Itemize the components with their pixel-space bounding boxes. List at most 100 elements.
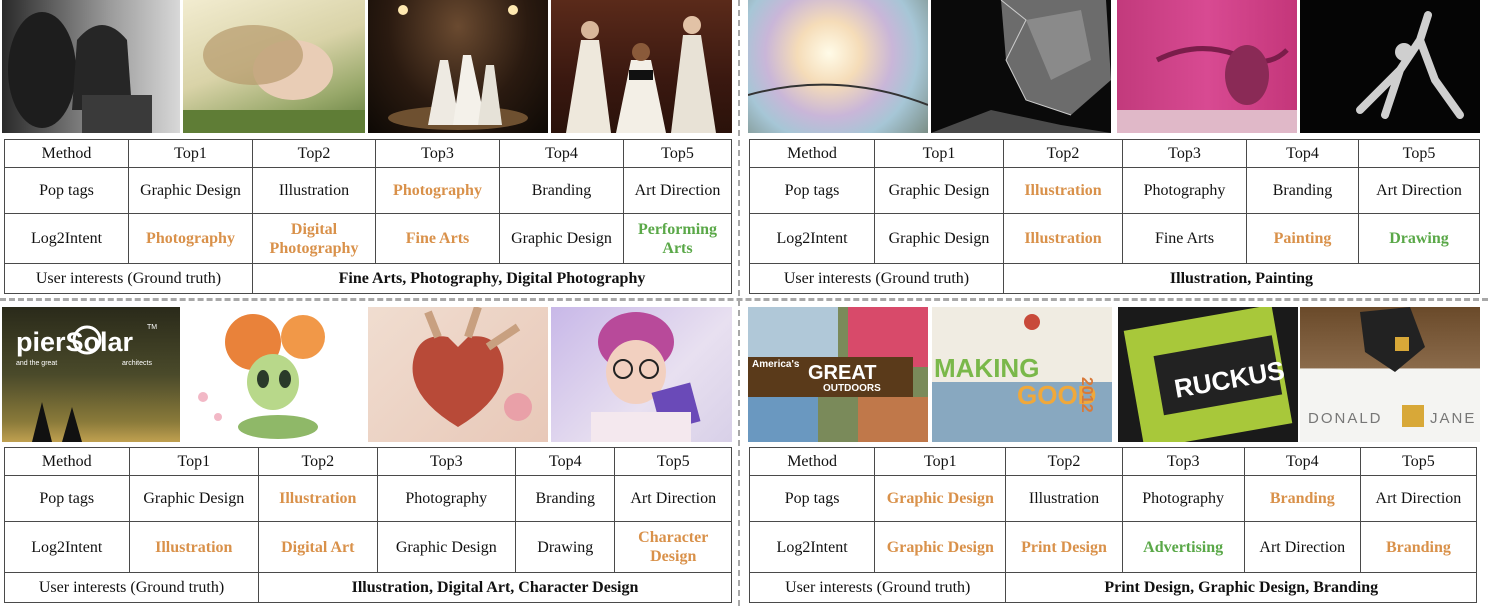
pier-solar-graphic: pierSolar TM and the great architects bbox=[16, 324, 157, 442]
results-table: Method Top1 Top2 Top3 Top4 Top5 Pop tags Graphi… bbox=[4, 139, 732, 294]
pink-painting-art bbox=[1117, 0, 1297, 133]
header-cell: Top2 bbox=[1003, 139, 1123, 168]
tag-cell: Branding bbox=[499, 167, 624, 214]
tag-cell: Graphic Design bbox=[128, 167, 253, 214]
svg-text:TM: TM bbox=[147, 324, 157, 331]
header-cell: Top2 bbox=[1005, 446, 1123, 477]
results-table: Method Top1 Top2 Top3 Top4 Top5 Pop tags Graphi… bbox=[749, 139, 1480, 294]
panel-photography: Method Top1 Top2 Top3 Top4 Top5 Pop tags Graphi… bbox=[2, 0, 732, 294]
pink-painting-graphic bbox=[1117, 45, 1297, 133]
tag-cell: Illustration bbox=[1005, 475, 1123, 523]
header-cell: Top2 bbox=[252, 139, 376, 168]
svg-text:GREAT: GREAT bbox=[808, 362, 877, 384]
header-cell: Method bbox=[748, 446, 876, 477]
tag-cell: Art Direction bbox=[1359, 475, 1478, 523]
tag-cell: Illustration bbox=[258, 475, 378, 523]
ground-truth-value: Fine Arts, Photography, Digital Photogra… bbox=[252, 263, 732, 294]
header-cell: Top5 bbox=[614, 446, 732, 477]
tag-cell: Graphic Design bbox=[499, 213, 624, 264]
tag-cell: Graphic Design bbox=[874, 521, 1007, 573]
svg-text:MAKING: MAKING bbox=[934, 353, 1039, 383]
method-name: Log2Intent bbox=[4, 213, 129, 264]
method-name: Pop tags bbox=[749, 167, 875, 214]
ruckus-business-card: RUCKUS bbox=[1118, 307, 1298, 442]
results-table: Method Top1 Top2 Top3 Top4 Top5 Pop tags Graphi… bbox=[748, 446, 1478, 604]
header-cell: Top4 bbox=[499, 139, 624, 168]
method-name: Log2Intent bbox=[749, 213, 875, 264]
ground-truth-value: Print Design, Graphic Design, Branding bbox=[1005, 571, 1477, 604]
dancers-on-stage-photo bbox=[368, 0, 548, 133]
method-name: Pop tags bbox=[4, 475, 130, 523]
girl-with-horse-photo bbox=[2, 0, 180, 133]
image-row: America's GREAT OUTDOORS MAKING GOOD 201… bbox=[748, 307, 1480, 442]
tag-cell: Illustration bbox=[1003, 167, 1123, 214]
svg-text:and the great: and the great bbox=[16, 360, 57, 367]
flower-character-graphic bbox=[198, 314, 325, 439]
tag-cell: Character Design bbox=[614, 521, 732, 573]
svg-text:JANE: JANE bbox=[1430, 410, 1476, 427]
ground-truth-row: User interests (Ground truth) Illustratio… bbox=[749, 263, 1480, 294]
panel-digital-art: pierSolar TM and the great architects Me… bbox=[2, 307, 732, 604]
tag-cell: Drawing bbox=[515, 521, 616, 573]
image-row bbox=[748, 0, 1480, 133]
header-cell: Top5 bbox=[623, 139, 732, 168]
log2intent-row: Log2Intent Photography Digital Photography… bbox=[4, 213, 732, 264]
donald-jane-logo: DONALD JANE bbox=[1300, 307, 1480, 442]
ground-truth-label: User interests (Ground truth) bbox=[4, 263, 253, 294]
sparkle-figure-art bbox=[1300, 0, 1480, 133]
tag-cell: Art Direction bbox=[614, 475, 732, 523]
ground-truth-label: User interests (Ground truth) bbox=[748, 571, 1007, 604]
sparkle-figure-graphic bbox=[1356, 11, 1464, 119]
method-name: Log2Intent bbox=[748, 521, 876, 573]
header-cell: Top1 bbox=[874, 139, 1004, 168]
tag-cell: Photography bbox=[128, 213, 253, 264]
tag-cell: Art Direction bbox=[623, 167, 732, 214]
header-cell: Top5 bbox=[1359, 446, 1478, 477]
girl-horse-graphic bbox=[8, 12, 152, 133]
svg-text:America's: America's bbox=[752, 359, 800, 370]
tag-cell: Print Design bbox=[1005, 521, 1123, 573]
tag-cell: Graphic Design bbox=[874, 167, 1004, 214]
header-cell: Top4 bbox=[515, 446, 616, 477]
log2intent-row: Log2Intent Graphic Design Print Design Adve… bbox=[748, 521, 1478, 573]
ground-truth-value: Illustration, Digital Art, Character Des… bbox=[258, 571, 732, 604]
header-cell: Top4 bbox=[1246, 139, 1359, 168]
fashion-graphic bbox=[566, 16, 716, 133]
method-name: Pop tags bbox=[4, 167, 129, 214]
ground-truth-label: User interests (Ground truth) bbox=[749, 263, 1004, 294]
tag-cell: Photography bbox=[1121, 475, 1245, 523]
making-good-report: MAKING GOOD 2012 bbox=[932, 307, 1112, 442]
ground-truth-label: User interests (Ground truth) bbox=[3, 571, 260, 604]
panel-design: America's GREAT OUTDOORS MAKING GOOD 201… bbox=[748, 307, 1480, 604]
tag-cell: Illustration bbox=[128, 521, 260, 573]
tag-cell: Branding bbox=[1246, 167, 1359, 214]
horizontal-divider bbox=[0, 298, 1488, 301]
pop-tags-row: Pop tags Graphic Design Illustration Photog… bbox=[4, 475, 732, 523]
tag-cell: Photography bbox=[1122, 167, 1247, 214]
svg-text:DONALD: DONALD bbox=[1308, 410, 1383, 427]
header-cell: Top3 bbox=[1122, 139, 1247, 168]
header-cell: Top5 bbox=[1358, 139, 1480, 168]
ground-truth-row: User interests (Ground truth) Print Desig… bbox=[748, 571, 1477, 604]
abstract-graphic bbox=[748, 83, 928, 106]
abstract-light-art bbox=[748, 0, 928, 133]
tag-cell: Photography bbox=[376, 475, 517, 523]
flower-character-art bbox=[183, 307, 366, 442]
tag-cell: Fine Arts bbox=[375, 213, 500, 264]
ground-truth-row: User interests (Ground truth) Fine Arts, … bbox=[4, 263, 732, 294]
tag-cell: Performing Arts bbox=[623, 213, 732, 264]
pop-tags-row: Pop tags Graphic Design Illustration Photog… bbox=[749, 167, 1480, 214]
log2intent-row: Log2Intent Graphic Design Illustration Fine… bbox=[749, 213, 1480, 264]
tag-cell: Graphic Design bbox=[874, 475, 1007, 523]
pier-solar-game-art: pierSolar TM and the great architects bbox=[2, 307, 180, 442]
great-outdoors-graphic: America's GREAT OUTDOORS bbox=[748, 307, 928, 442]
svg-text:architects: architects bbox=[122, 360, 152, 367]
results-table: Method Top1 Top2 Top3 Top4 Top5 Pop tags Graphi… bbox=[3, 446, 732, 604]
woman-lying-in-grass-photo bbox=[183, 0, 365, 133]
image-row bbox=[2, 0, 732, 133]
svg-text:OUTDOORS: OUTDOORS bbox=[823, 383, 881, 394]
tag-cell: Art Direction bbox=[1243, 521, 1361, 573]
tag-cell: Graphic Design bbox=[874, 213, 1004, 264]
header-cell: Top3 bbox=[375, 139, 500, 168]
ground-truth-value: Illustration, Painting bbox=[1003, 263, 1480, 294]
